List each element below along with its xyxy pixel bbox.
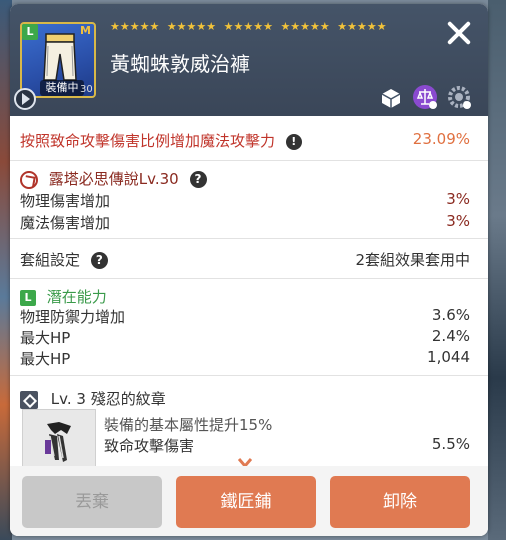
stat-value: 5.5%	[431, 435, 470, 453]
star-rating: ★★★★★ ★★★★★ ★★★★★ ★★★★★ ★★★★★	[110, 20, 391, 33]
stat-value: 3%	[446, 190, 470, 208]
set-config-label: 套組設定	[20, 251, 81, 269]
set-title-row: 露塔必思傳說Lv.30 ?	[20, 168, 470, 189]
discard-button[interactable]: 丟棄	[22, 476, 162, 528]
stat-label: 魔法傷害增加	[20, 214, 111, 232]
gear-icon[interactable]	[446, 84, 472, 110]
stat-value: 3.6%	[431, 306, 470, 324]
emblem-stat-row: 致命攻擊傷害 5.5%	[104, 435, 470, 456]
set-stat-row: 魔法傷害增加 3%	[20, 212, 470, 233]
pants-icon	[43, 33, 77, 81]
equipped-label: 裝備中	[40, 80, 84, 96]
blacksmith-button[interactable]: 鐵匠鋪	[176, 476, 316, 528]
divider	[10, 278, 488, 279]
emblem-desc: 裝備的基本屬性提升15%	[104, 414, 470, 435]
item-header: L M 裝備中 30 ★★★★★ ★★★★★ ★★★★★ ★★★★★ ★★★★★…	[10, 4, 488, 116]
stat-label: 最大HP	[20, 350, 71, 368]
effect-label: 按照致命攻擊傷害比例增加魔法攻擊力	[20, 132, 276, 150]
potential-title-row: L 潛在能力	[20, 286, 470, 307]
game-background-right	[488, 0, 506, 540]
star-group: ★★★★★	[110, 20, 160, 33]
action-footer: 丟棄 鐵匠鋪 卸除	[10, 466, 488, 536]
cube-icon[interactable]	[378, 84, 404, 110]
play-icon[interactable]	[14, 88, 36, 110]
stat-label: 最大HP	[20, 329, 71, 347]
help-icon[interactable]: ?	[189, 171, 207, 188]
stat-value: 2.4%	[431, 327, 470, 345]
potential-stat-row: 最大HP 2.4%	[20, 327, 470, 348]
m-badge: M	[80, 24, 91, 37]
stat-value: 3%	[446, 212, 470, 230]
potential-stat-row: 物理防禦力增加 3.6%	[20, 306, 470, 327]
star-group: ★★★★★	[280, 20, 330, 33]
set-config-row: 套組設定 ? 2套組效果套用中	[20, 249, 470, 270]
emblem-title: Lv. 3 殘忍的紋章	[50, 390, 166, 408]
help-icon[interactable]: ?	[90, 252, 108, 269]
divider	[10, 160, 488, 161]
effect-row: 按照致命攻擊傷害比例增加魔法攻擊力 ! 23.09%	[20, 130, 470, 151]
emblem-image-box	[22, 409, 96, 466]
emblem-claw-icon	[45, 422, 71, 462]
potential-stat-row: 最大HP 1,044	[20, 348, 470, 369]
emblem-icon	[20, 390, 38, 409]
divider	[10, 375, 488, 376]
set-config-value: 2套組效果套用中	[355, 251, 470, 269]
stat-label: 物理防禦力增加	[20, 308, 126, 326]
exclamation-icon[interactable]: !	[285, 133, 302, 150]
scale-icon[interactable]	[412, 84, 438, 110]
set-icon	[20, 170, 38, 189]
item-name: 黃蜘蛛敦威治褲	[110, 52, 250, 76]
emblem-title-row: Lv. 3 殘忍的紋章	[20, 388, 470, 409]
unequip-button[interactable]: 卸除	[330, 476, 470, 528]
item-level: 30	[80, 84, 93, 95]
emblem-desc-text: 裝備的基本屬性提升15%	[104, 416, 273, 434]
star-group: ★★★★★	[166, 20, 217, 33]
stat-value: 1,044	[427, 348, 470, 366]
stat-label: 致命攻擊傷害	[104, 437, 195, 455]
divider	[10, 238, 488, 239]
stat-label: 物理傷害增加	[20, 192, 111, 210]
potential-rank-badge: L	[20, 289, 36, 306]
close-icon[interactable]	[444, 18, 474, 48]
set-title: 露塔必思傳說Lv.30	[48, 170, 179, 188]
item-detail-panel: L M 裝備中 30 ★★★★★ ★★★★★ ★★★★★ ★★★★★ ★★★★★…	[10, 4, 488, 536]
effect-value: 23.09%	[412, 130, 470, 148]
set-stat-row: 物理傷害增加 3%	[20, 190, 470, 211]
star-group: ★★★★★	[223, 20, 273, 33]
potential-title: 潛在能力	[46, 288, 107, 306]
item-details-scroll[interactable]: 按照致命攻擊傷害比例增加魔法攻擊力 ! 23.09% 露塔必思傳說Lv.30 ?…	[10, 116, 488, 466]
star-group: ★★★★★	[337, 20, 387, 33]
rank-badge: L	[22, 24, 38, 40]
